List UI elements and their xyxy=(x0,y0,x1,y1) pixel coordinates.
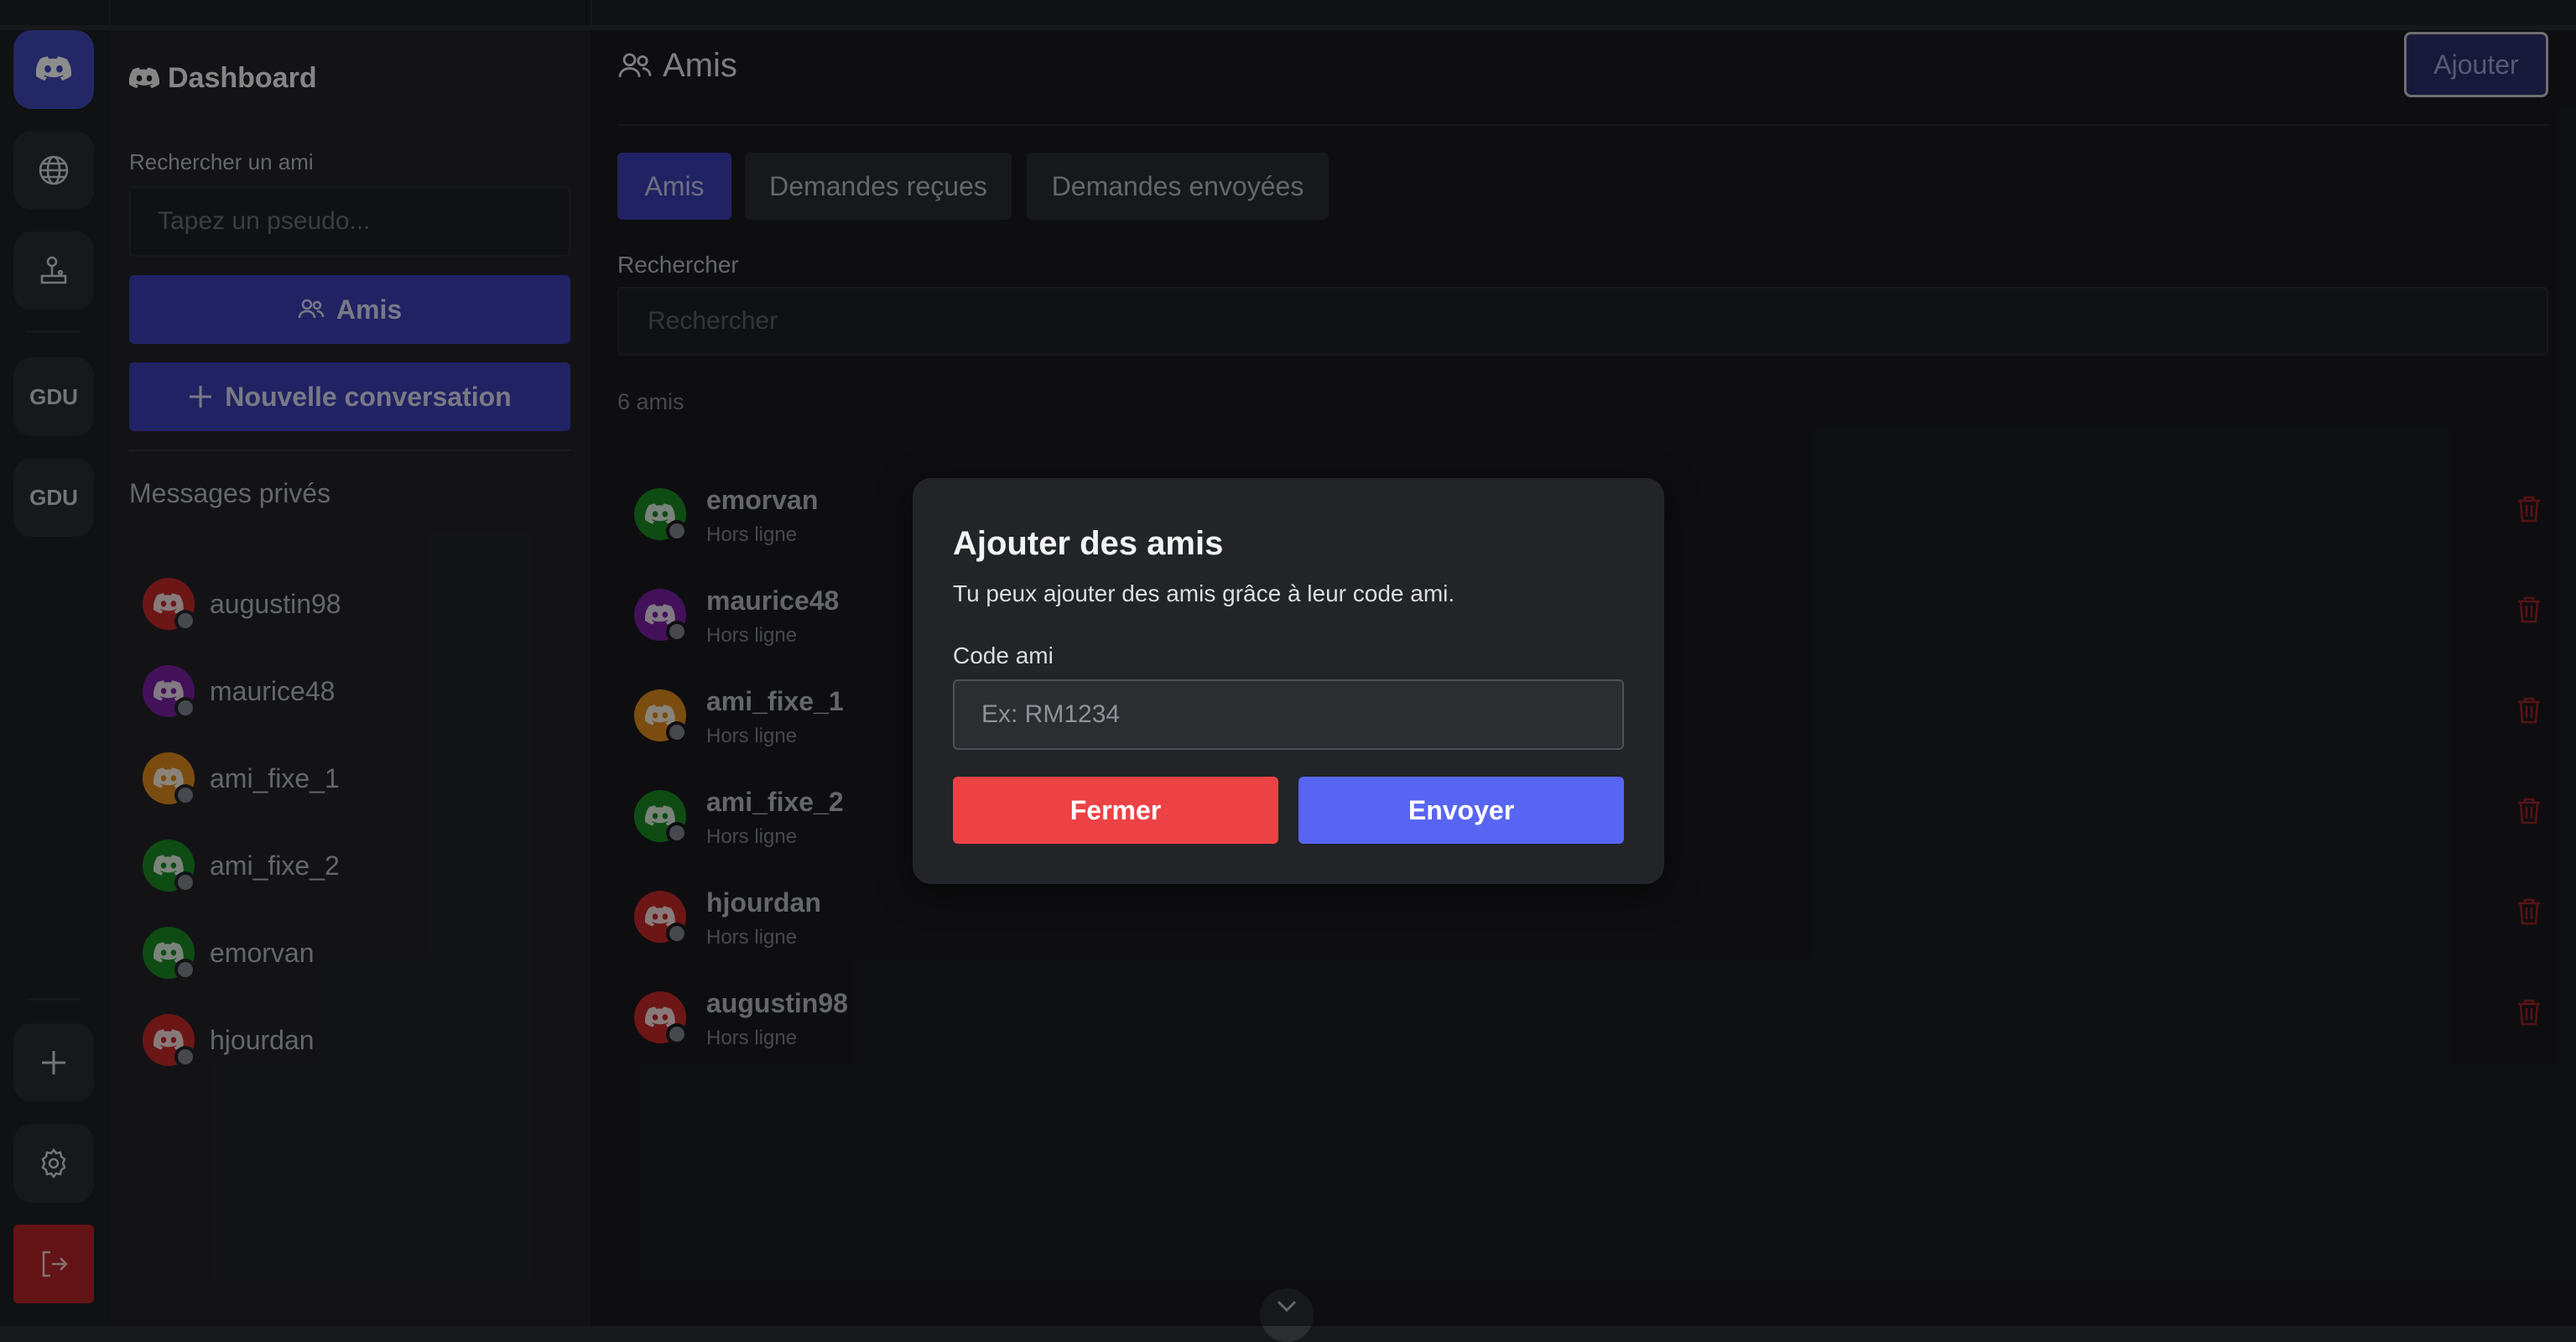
modal-description: Tu peux ajouter des amis grâce à leur co… xyxy=(953,580,1455,606)
friend-code-input[interactable] xyxy=(953,679,1624,750)
close-button[interactable]: Fermer xyxy=(953,777,1278,844)
friend-code-label: Code ami xyxy=(953,642,1054,668)
send-button[interactable]: Envoyer xyxy=(1298,777,1624,844)
modal-title: Ajouter des amis xyxy=(953,525,1224,562)
add-friend-modal: Ajouter des amis Tu peux ajouter des ami… xyxy=(913,478,1664,884)
